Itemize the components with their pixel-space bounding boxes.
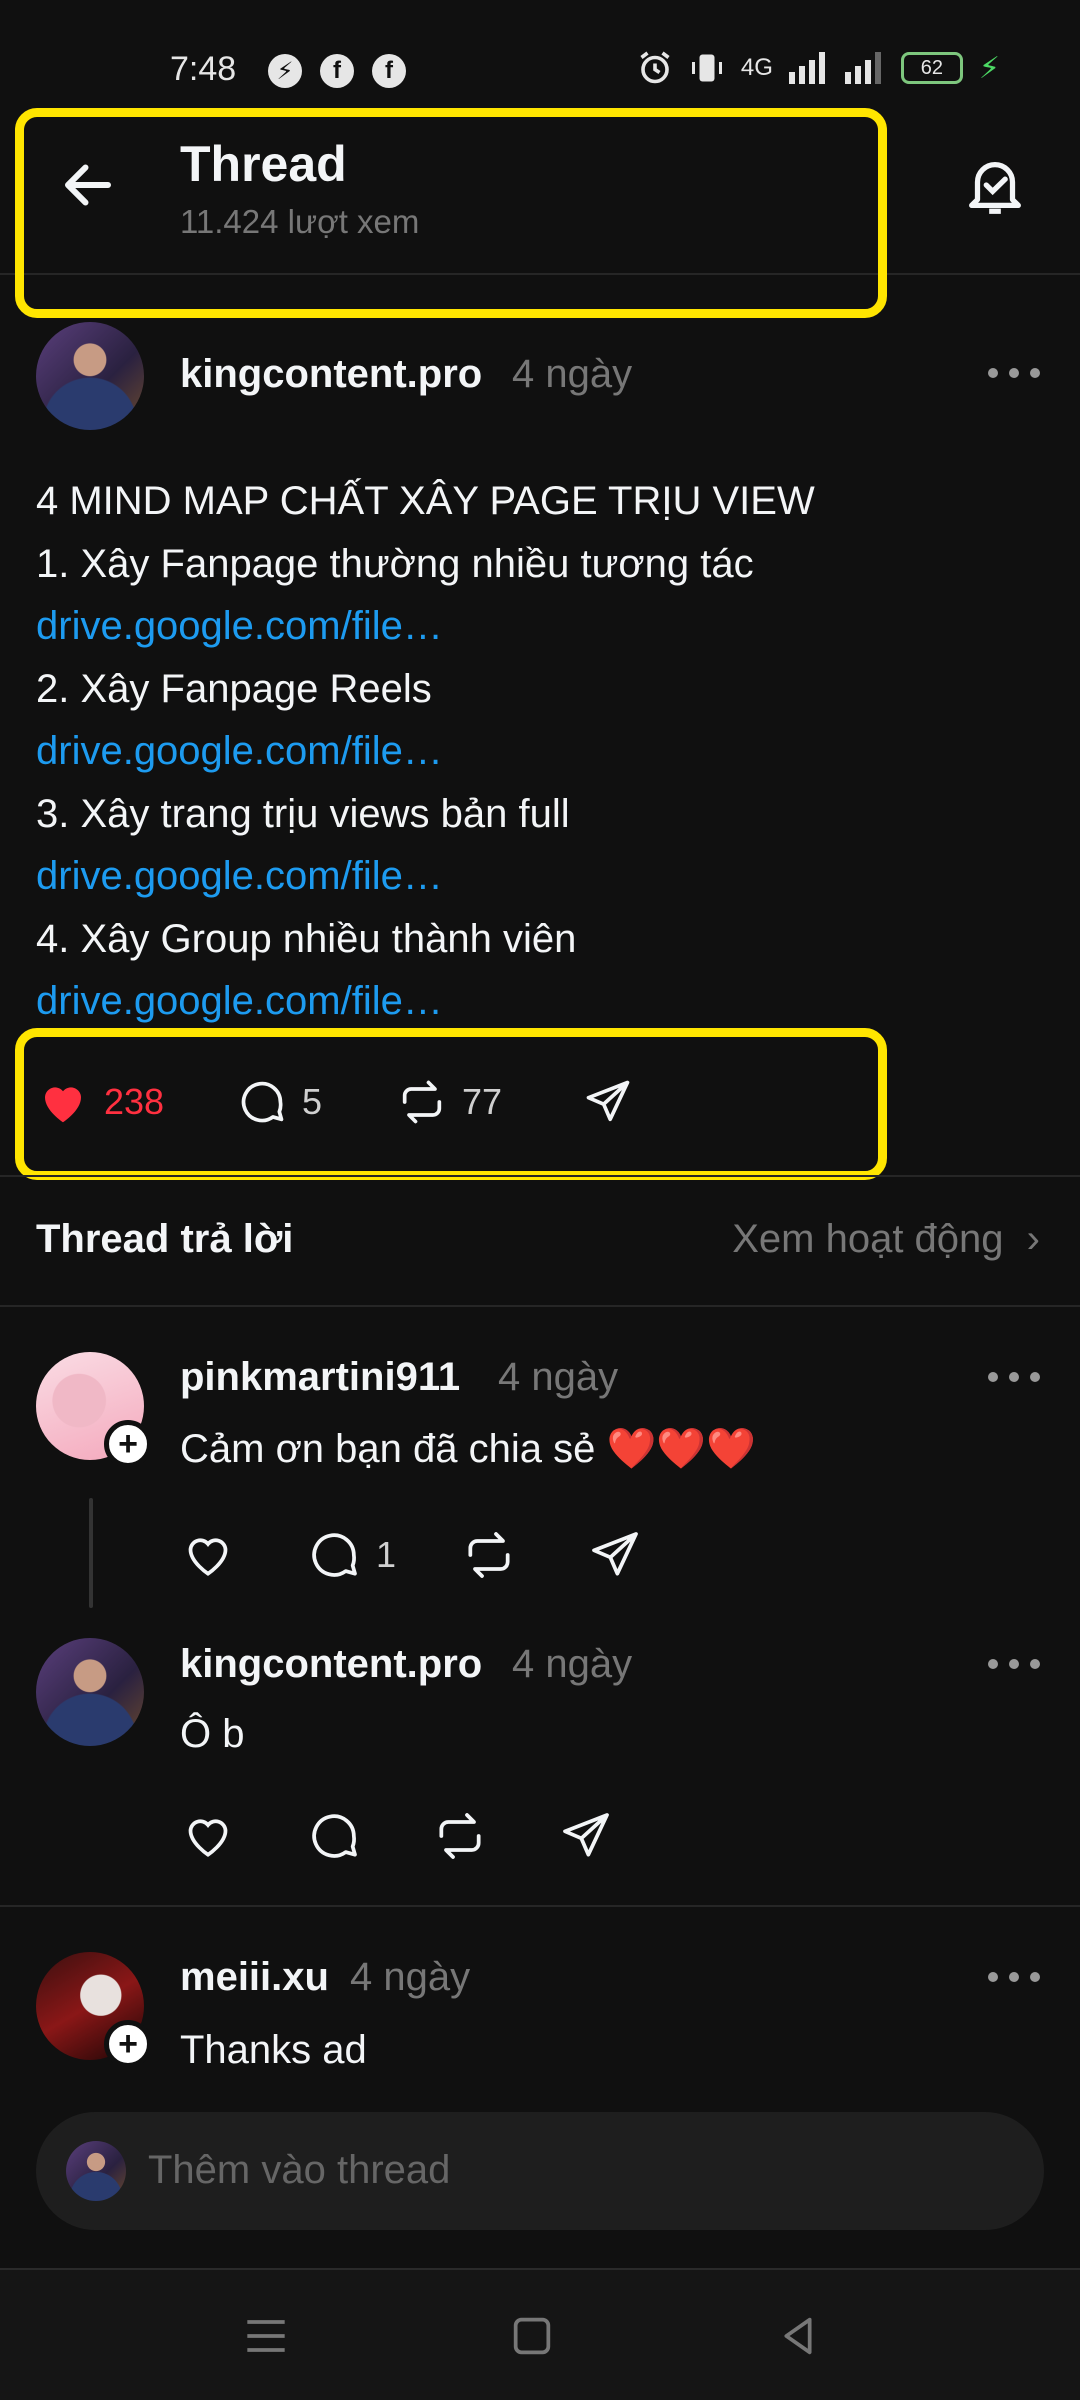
post-line: 3. Xây trang trịu views bản full (36, 791, 570, 836)
post-time: 4 ngày (512, 352, 633, 396)
post-line: 2. Xây Fanpage Reels (36, 666, 432, 711)
replies-section-title: Thread trả lời (36, 1217, 294, 1261)
charging-icon: ⚡ (978, 51, 1000, 85)
reply-text: Ô b (180, 1712, 245, 1756)
post-line: 4. Xây Group nhiều thành viên (36, 916, 577, 961)
more-options-icon[interactable] (988, 368, 1040, 380)
post-link[interactable]: drive.google.com/file… (36, 595, 1036, 658)
chevron-right-icon: › (1026, 1217, 1040, 1261)
avatar[interactable] (36, 322, 144, 430)
avatar[interactable] (36, 1638, 144, 1746)
menu-icon[interactable] (238, 2308, 294, 2364)
heart-outline-icon[interactable] (180, 1808, 236, 1864)
more-options-icon[interactable] (988, 1659, 1040, 1671)
view-activity-label: Xem hoạt động (732, 1217, 1004, 1261)
status-time: 7:48 (170, 50, 237, 88)
reply-text-content: Cảm ơn bạn đã chia sẻ (180, 1427, 596, 1471)
highlight-box-actions (15, 1028, 887, 1180)
reply-actions: 1 (180, 1527, 643, 1583)
facebook-icon: f (320, 54, 354, 88)
heart-outline-icon[interactable] (180, 1527, 236, 1583)
reply-text: Thanks ad (180, 2028, 367, 2072)
comment-count: 1 (376, 1534, 397, 1575)
post-link[interactable]: drive.google.com/file… (36, 845, 1036, 908)
post-username[interactable]: kingcontent.pro (180, 352, 482, 397)
more-options-icon[interactable] (988, 1372, 1040, 1384)
reply-composer[interactable]: Thêm vào thread (36, 2112, 1044, 2230)
follow-plus-icon[interactable]: + (104, 2020, 152, 2068)
reply-username[interactable]: meiii.xu (180, 1955, 329, 2000)
reply-text: Cảm ơn bạn đã chia sẻ ❤️❤️❤️ (180, 1425, 756, 1472)
home-square-icon[interactable] (504, 2308, 560, 2364)
follow-plus-icon[interactable]: + (104, 1420, 152, 1468)
comment-icon (312, 1533, 357, 1577)
post-link[interactable]: drive.google.com/file… (36, 970, 1036, 1033)
send-icon[interactable] (587, 1527, 643, 1583)
reply-username[interactable]: kingcontent.pro (180, 1642, 482, 1687)
status-bar: 7:48 ⚡ f f 4G 62 ⚡ (0, 0, 1080, 105)
signal-icon (844, 52, 881, 84)
network-type: 4G (740, 54, 773, 81)
post-heading: 4 MIND MAP CHẤT XÂY PAGE TRỊU VIEW (36, 479, 815, 523)
avatar (66, 2141, 126, 2201)
post-link[interactable]: drive.google.com/file… (36, 720, 1036, 783)
battery-indicator: 62 (900, 52, 963, 84)
repost-icon[interactable] (432, 1808, 488, 1864)
view-activity-link[interactable]: Xem hoạt động › (732, 1217, 1040, 1262)
system-status: 4G 62 ⚡ (637, 50, 1000, 86)
facebook-icon: f (372, 54, 406, 88)
post-line: 1. Xây Fanpage thường nhiều tương tác (36, 541, 754, 586)
reply-time: 4 ngày (350, 1955, 471, 1999)
vibrate-icon (691, 54, 722, 82)
comment-icon[interactable] (306, 1808, 362, 1864)
send-icon[interactable] (558, 1808, 614, 1864)
messenger-icon: ⚡ (268, 54, 302, 88)
signal-icon (788, 52, 825, 84)
reply-divider (0, 1905, 1080, 1907)
replies-section-bar: Thread trả lời Xem hoạt động › (0, 1175, 1080, 1307)
heart-emoji: ❤️❤️❤️ (606, 1427, 756, 1471)
notification-bell-icon[interactable] (960, 150, 1030, 220)
reply-input-placeholder[interactable]: Thêm vào thread (148, 2148, 450, 2193)
alarm-icon (640, 51, 670, 84)
notification-icons: ⚡ f f (268, 54, 406, 88)
post-body: 4 MIND MAP CHẤT XÂY PAGE TRỊU VIEW 1. Xâ… (36, 470, 1036, 1033)
reply-actions (180, 1808, 614, 1864)
reply-username[interactable]: pinkmartini911 (180, 1355, 460, 1400)
reply-time: 4 ngày (498, 1355, 619, 1399)
comment-button[interactable]: 1 (306, 1527, 461, 1583)
more-options-icon[interactable] (988, 1972, 1040, 1984)
highlight-box-header (15, 108, 887, 318)
repost-icon[interactable] (461, 1527, 517, 1583)
system-navigation-bar (0, 2268, 1080, 2400)
reply-time: 4 ngày (512, 1642, 633, 1686)
back-triangle-icon[interactable] (770, 2308, 826, 2364)
thread-connector-line (89, 1498, 93, 1608)
